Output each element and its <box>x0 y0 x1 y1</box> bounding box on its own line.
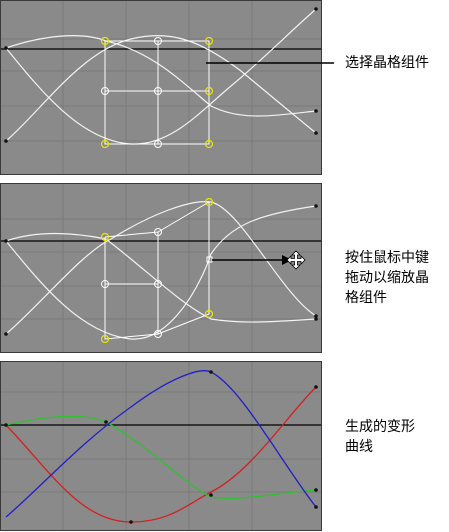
curve-point <box>209 493 213 497</box>
curve-endpoint <box>4 46 8 50</box>
viewport-3-canvas <box>1 362 321 530</box>
annotation-pointer-2 <box>212 255 292 265</box>
annotation-resulting-curves: 生成的变形 曲线 <box>345 419 415 455</box>
curve-endpoint <box>4 239 8 243</box>
annotation-middle-drag-scale: 按住鼠标中键 拖动以缩放晶 格组件 <box>345 250 429 306</box>
curve-1 <box>5 35 317 117</box>
curve-endpoint <box>314 109 318 113</box>
curve-endpoint <box>314 204 318 208</box>
curve-3 <box>5 201 317 335</box>
lattice <box>104 40 210 145</box>
curve-point <box>4 423 8 427</box>
curve-point <box>209 370 213 374</box>
curve-point <box>314 488 318 492</box>
curve-red <box>5 386 317 523</box>
curve-endpoint <box>314 317 318 321</box>
viewport-1-canvas <box>1 1 321 174</box>
annotation-pointer-1 <box>206 62 334 64</box>
four-way-arrow-icon <box>286 250 306 270</box>
curve-1 <box>5 232 317 323</box>
curve-endpoint <box>314 7 318 11</box>
curve-point <box>104 420 108 424</box>
viewport-resulting-curves[interactable] <box>0 361 322 531</box>
curve-2 <box>5 8 317 145</box>
curve-point <box>129 520 133 524</box>
curve-endpoint <box>314 131 318 135</box>
viewport-2-canvas <box>1 184 321 352</box>
viewport-lattice-scaling[interactable] <box>0 183 322 353</box>
curve-endpoint <box>4 332 8 336</box>
lattice <box>104 201 210 340</box>
curve-point <box>314 505 318 509</box>
curve-endpoint <box>4 139 8 143</box>
curve-green <box>5 415 317 500</box>
annotation-select-lattice: 选择晶格组件 <box>345 55 429 71</box>
curve-point <box>314 385 318 389</box>
viewport-lattice-selected[interactable] <box>0 0 322 175</box>
